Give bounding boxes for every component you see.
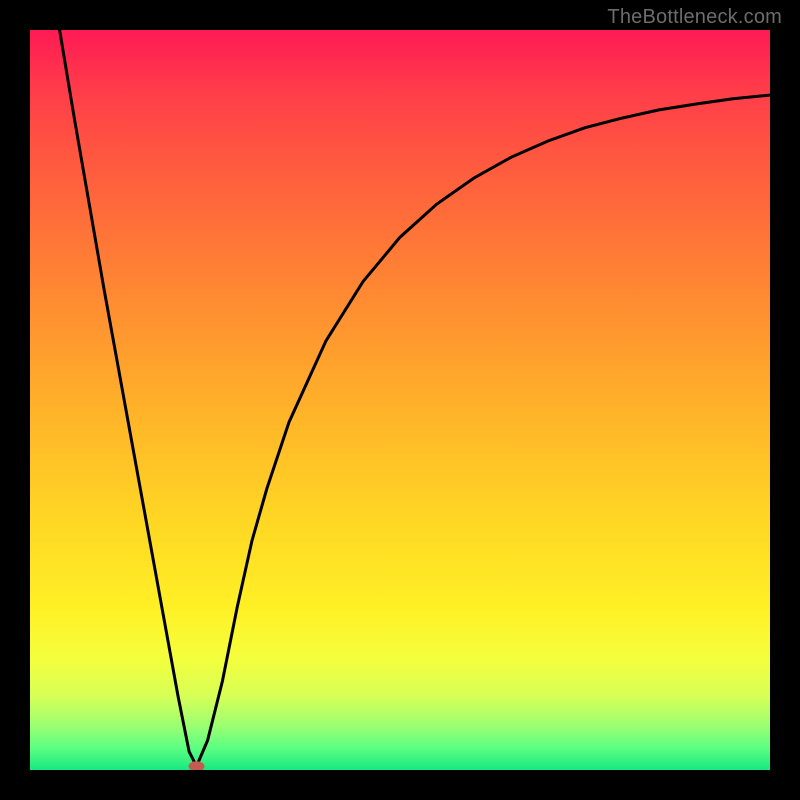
- watermark-label: TheBottleneck.com: [607, 6, 782, 29]
- frame-border-left: [0, 0, 30, 800]
- frame-border-right: [770, 0, 800, 800]
- chart-frame: TheBottleneck.com: [0, 0, 800, 800]
- bottleneck-curve: [60, 30, 770, 766]
- minimum-marker: [189, 761, 205, 770]
- plot-area: [30, 30, 770, 770]
- curve-layer: [30, 30, 770, 770]
- frame-border-bottom: [0, 770, 800, 800]
